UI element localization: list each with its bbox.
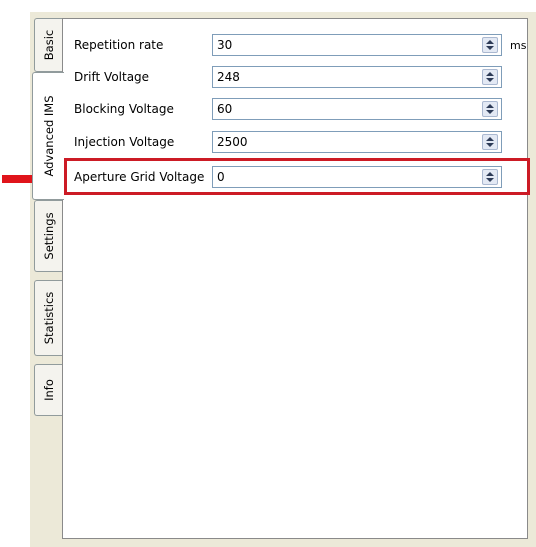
drift-voltage-value[interactable]: 248: [217, 70, 240, 84]
spin-up-icon[interactable]: [486, 40, 494, 44]
spin-down-icon[interactable]: [486, 78, 494, 82]
injection-voltage-label: Injection Voltage: [74, 135, 175, 149]
tab-info[interactable]: Info: [34, 364, 62, 416]
tab-advanced-ims-label: Advanced IMS: [41, 95, 56, 177]
injection-voltage-value[interactable]: 2500: [217, 135, 248, 149]
highlight-box: [64, 158, 530, 195]
tab-basic-label: Basic: [41, 29, 56, 61]
repetition-rate-unit: ms: [510, 39, 527, 52]
advanced-ims-panel: [62, 18, 528, 539]
injection-voltage-spinbox[interactable]: 2500: [212, 131, 502, 153]
tab-info-label: Info: [41, 379, 56, 401]
tab-settings[interactable]: Settings: [34, 200, 62, 272]
spin-down-icon[interactable]: [486, 110, 494, 114]
drift-voltage-spin-buttons[interactable]: [482, 69, 498, 85]
repetition-rate-label: Repetition rate: [74, 38, 164, 52]
tab-advanced-ims[interactable]: Advanced IMS: [32, 72, 64, 200]
blocking-voltage-spinbox[interactable]: 60: [212, 98, 502, 120]
spin-up-icon[interactable]: [486, 137, 494, 141]
blocking-voltage-spin-buttons[interactable]: [482, 101, 498, 117]
spin-down-icon[interactable]: [486, 46, 494, 50]
repetition-rate-spin-buttons[interactable]: [482, 37, 498, 53]
tab-statistics[interactable]: Statistics: [34, 280, 62, 356]
tab-settings-label: Settings: [41, 212, 56, 260]
spin-down-icon[interactable]: [486, 143, 494, 147]
blocking-voltage-value[interactable]: 60: [217, 102, 232, 116]
tab-basic[interactable]: Basic: [34, 18, 62, 72]
repetition-rate-spinbox[interactable]: 30: [212, 34, 502, 56]
repetition-rate-value[interactable]: 30: [217, 38, 232, 52]
drift-voltage-spinbox[interactable]: 248: [212, 66, 502, 88]
spin-up-icon[interactable]: [486, 72, 494, 76]
tab-statistics-label: Statistics: [41, 291, 56, 345]
spin-up-icon[interactable]: [486, 104, 494, 108]
injection-voltage-spin-buttons[interactable]: [482, 134, 498, 150]
blocking-voltage-label: Blocking Voltage: [74, 102, 174, 116]
drift-voltage-label: Drift Voltage: [74, 70, 150, 84]
